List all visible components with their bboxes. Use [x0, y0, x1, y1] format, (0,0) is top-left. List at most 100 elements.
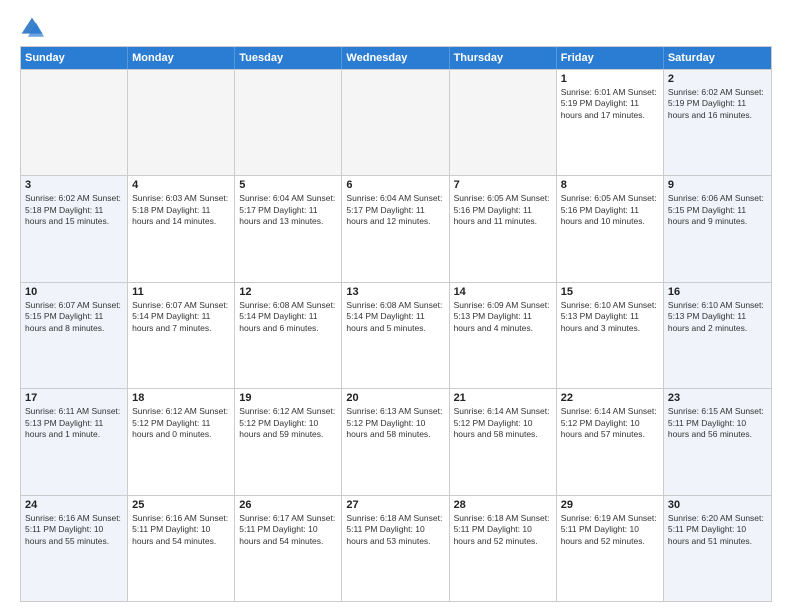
day-info: Sunrise: 6:18 AM Sunset: 5:11 PM Dayligh…: [346, 513, 444, 547]
cal-cell-day-16: 16Sunrise: 6:10 AM Sunset: 5:13 PM Dayli…: [664, 283, 771, 388]
day-info: Sunrise: 6:15 AM Sunset: 5:11 PM Dayligh…: [668, 406, 767, 440]
cal-week-3: 10 Sunrise: 6:07 AM Sunset: 5:15 PM Dayli…: [21, 282, 771, 388]
day-info: Sunrise: 6:14 AM Sunset: 5:12 PM Dayligh…: [454, 406, 552, 440]
cal-cell-day-1: 1 Sunrise: 6:01 AM Sunset: 5:19 PM Daylig…: [557, 70, 664, 175]
day-info: Sunrise: 6:05 AM Sunset: 5:16 PM Dayligh…: [561, 193, 659, 227]
day-number: 26: [239, 499, 337, 511]
cal-cell-day-14: 14 Sunrise: 6:09 AM Sunset: 5:13 PM Dayli…: [450, 283, 557, 388]
day-info: Sunrise: 6:19 AM Sunset: 5:11 PM Dayligh…: [561, 513, 659, 547]
day-info: Sunrise: 6:03 AM Sunset: 5:18 PM Dayligh…: [132, 193, 230, 227]
day-info: Sunrise: 6:12 AM Sunset: 5:12 PM Dayligh…: [239, 406, 337, 440]
day-number: 12: [239, 286, 337, 298]
day-info: Sunrise: 6:04 AM Sunset: 5:17 PM Dayligh…: [239, 193, 337, 227]
day-info: Sunrise: 6:05 AM Sunset: 5:16 PM Dayligh…: [454, 193, 552, 227]
day-info: Sunrise: 6:06 AM Sunset: 5:15 PM Dayligh…: [668, 193, 767, 227]
day-info: Sunrise: 6:08 AM Sunset: 5:14 PM Dayligh…: [346, 300, 444, 334]
day-number: 28: [454, 499, 552, 511]
day-number: 30: [668, 499, 767, 511]
cal-cell-day-10: 10 Sunrise: 6:07 AM Sunset: 5:15 PM Dayli…: [21, 283, 128, 388]
calendar: SundayMondayTuesdayWednesdayThursdayFrid…: [20, 46, 772, 602]
cal-cell-day-8: 8 Sunrise: 6:05 AM Sunset: 5:16 PM Daylig…: [557, 176, 664, 281]
day-number: 10: [25, 286, 123, 298]
cal-cell-day-30: 30 Sunrise: 6:20 AM Sunset: 5:11 PM Dayli…: [664, 496, 771, 601]
logo-area: [20, 16, 46, 40]
day-info: Sunrise: 6:09 AM Sunset: 5:13 PM Dayligh…: [454, 300, 552, 334]
day-number: 15: [561, 286, 659, 298]
cal-header-thursday: Thursday: [450, 47, 557, 69]
cal-header-sunday: Sunday: [21, 47, 128, 69]
day-info: Sunrise: 6:07 AM Sunset: 5:15 PM Dayligh…: [25, 300, 123, 334]
day-number: 25: [132, 499, 230, 511]
cal-cell-day-27: 27 Sunrise: 6:18 AM Sunset: 5:11 PM Dayli…: [342, 496, 449, 601]
day-info: Sunrise: 6:04 AM Sunset: 5:17 PM Dayligh…: [346, 193, 444, 227]
cal-cell-day-22: 22Sunrise: 6:14 AM Sunset: 5:12 PM Dayli…: [557, 389, 664, 494]
day-number: 27: [346, 499, 444, 511]
cal-week-5: 24 Sunrise: 6:16 AM Sunset: 5:11 PM Dayli…: [21, 495, 771, 601]
logo-icon: [20, 16, 44, 40]
logo: [20, 16, 46, 40]
day-number: 8: [561, 179, 659, 191]
cal-cell-empty: [342, 70, 449, 175]
day-number: 17: [25, 392, 123, 404]
calendar-body: 1 Sunrise: 6:01 AM Sunset: 5:19 PM Daylig…: [21, 69, 771, 601]
cal-header-monday: Monday: [128, 47, 235, 69]
day-number: 21: [454, 392, 552, 404]
day-info: Sunrise: 6:08 AM Sunset: 5:14 PM Dayligh…: [239, 300, 337, 334]
day-info: Sunrise: 6:10 AM Sunset: 5:13 PM Dayligh…: [668, 300, 767, 334]
day-info: Sunrise: 6:20 AM Sunset: 5:11 PM Dayligh…: [668, 513, 767, 547]
day-number: 5: [239, 179, 337, 191]
cal-cell-day-3: 3 Sunrise: 6:02 AM Sunset: 5:18 PM Daylig…: [21, 176, 128, 281]
cal-cell-day-24: 24 Sunrise: 6:16 AM Sunset: 5:11 PM Dayli…: [21, 496, 128, 601]
cal-week-1: 1 Sunrise: 6:01 AM Sunset: 5:19 PM Daylig…: [21, 69, 771, 175]
cal-cell-empty: [450, 70, 557, 175]
cal-cell-day-6: 6 Sunrise: 6:04 AM Sunset: 5:17 PM Daylig…: [342, 176, 449, 281]
cal-header-friday: Friday: [557, 47, 664, 69]
day-number: 2: [668, 73, 767, 85]
day-info: Sunrise: 6:14 AM Sunset: 5:12 PM Dayligh…: [561, 406, 659, 440]
cal-cell-day-5: 5 Sunrise: 6:04 AM Sunset: 5:17 PM Daylig…: [235, 176, 342, 281]
cal-cell-day-23: 23Sunrise: 6:15 AM Sunset: 5:11 PM Dayli…: [664, 389, 771, 494]
day-number: 1: [561, 73, 659, 85]
day-info: Sunrise: 6:02 AM Sunset: 5:18 PM Dayligh…: [25, 193, 123, 227]
cal-cell-day-12: 12 Sunrise: 6:08 AM Sunset: 5:14 PM Dayli…: [235, 283, 342, 388]
day-number: 6: [346, 179, 444, 191]
day-number: 19: [239, 392, 337, 404]
cal-week-4: 17 Sunrise: 6:11 AM Sunset: 5:13 PM Dayli…: [21, 388, 771, 494]
day-info: Sunrise: 6:02 AM Sunset: 5:19 PM Dayligh…: [668, 87, 767, 121]
cal-cell-day-17: 17 Sunrise: 6:11 AM Sunset: 5:13 PM Dayli…: [21, 389, 128, 494]
cal-cell-day-26: 26Sunrise: 6:17 AM Sunset: 5:11 PM Dayli…: [235, 496, 342, 601]
cal-cell-day-7: 7 Sunrise: 6:05 AM Sunset: 5:16 PM Daylig…: [450, 176, 557, 281]
cal-cell-day-9: 9 Sunrise: 6:06 AM Sunset: 5:15 PM Daylig…: [664, 176, 771, 281]
day-info: Sunrise: 6:12 AM Sunset: 5:12 PM Dayligh…: [132, 406, 230, 440]
day-info: Sunrise: 6:13 AM Sunset: 5:12 PM Dayligh…: [346, 406, 444, 440]
header: [20, 16, 772, 40]
cal-cell-day-28: 28 Sunrise: 6:18 AM Sunset: 5:11 PM Dayli…: [450, 496, 557, 601]
day-number: 3: [25, 179, 123, 191]
cal-cell-empty: [235, 70, 342, 175]
calendar-header-row: SundayMondayTuesdayWednesdayThursdayFrid…: [21, 47, 771, 69]
day-number: 29: [561, 499, 659, 511]
day-number: 24: [25, 499, 123, 511]
cal-header-wednesday: Wednesday: [342, 47, 449, 69]
cal-cell-day-20: 20 Sunrise: 6:13 AM Sunset: 5:12 PM Dayli…: [342, 389, 449, 494]
day-info: Sunrise: 6:16 AM Sunset: 5:11 PM Dayligh…: [25, 513, 123, 547]
day-info: Sunrise: 6:07 AM Sunset: 5:14 PM Dayligh…: [132, 300, 230, 334]
day-number: 9: [668, 179, 767, 191]
cal-cell-day-11: 11 Sunrise: 6:07 AM Sunset: 5:14 PM Dayli…: [128, 283, 235, 388]
cal-header-tuesday: Tuesday: [235, 47, 342, 69]
day-number: 4: [132, 179, 230, 191]
day-info: Sunrise: 6:01 AM Sunset: 5:19 PM Dayligh…: [561, 87, 659, 121]
day-info: Sunrise: 6:11 AM Sunset: 5:13 PM Dayligh…: [25, 406, 123, 440]
cal-week-2: 3 Sunrise: 6:02 AM Sunset: 5:18 PM Daylig…: [21, 175, 771, 281]
day-number: 11: [132, 286, 230, 298]
page: SundayMondayTuesdayWednesdayThursdayFrid…: [0, 0, 792, 612]
day-info: Sunrise: 6:18 AM Sunset: 5:11 PM Dayligh…: [454, 513, 552, 547]
day-info: Sunrise: 6:16 AM Sunset: 5:11 PM Dayligh…: [132, 513, 230, 547]
cal-cell-day-19: 19 Sunrise: 6:12 AM Sunset: 5:12 PM Dayli…: [235, 389, 342, 494]
cal-cell-empty: [21, 70, 128, 175]
day-number: 14: [454, 286, 552, 298]
day-number: 7: [454, 179, 552, 191]
cal-cell-empty: [128, 70, 235, 175]
cal-cell-day-15: 15Sunrise: 6:10 AM Sunset: 5:13 PM Dayli…: [557, 283, 664, 388]
day-number: 20: [346, 392, 444, 404]
